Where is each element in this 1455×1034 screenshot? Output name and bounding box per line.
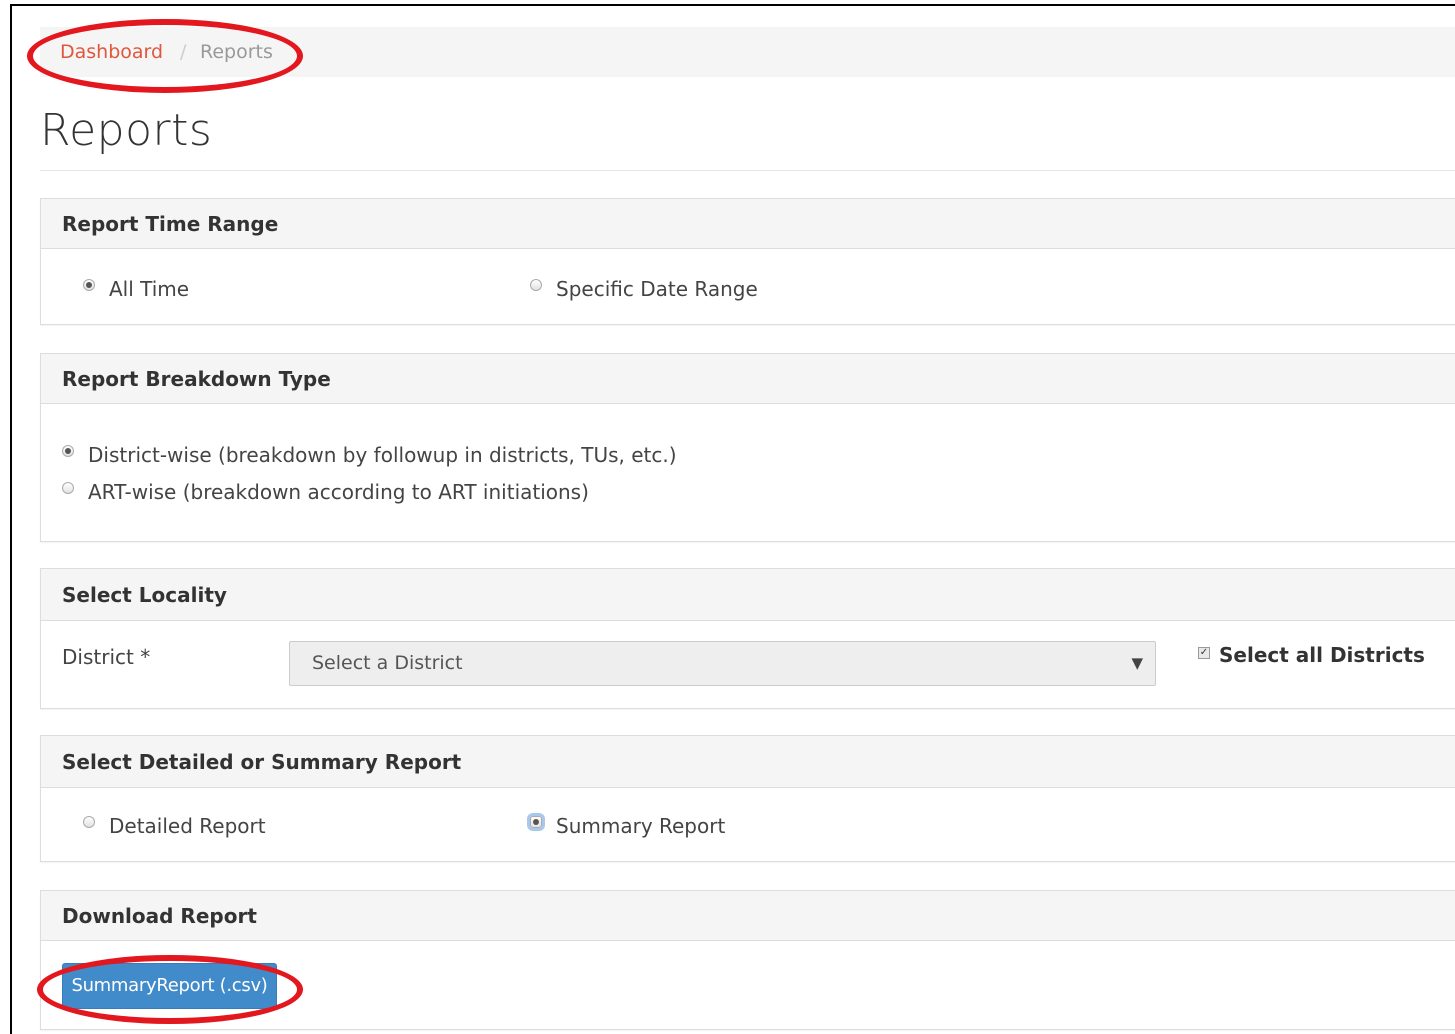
radio-detailed-report-label: Detailed Report [109, 814, 266, 838]
breadcrumb-separator: / [180, 41, 187, 63]
breadcrumb-dashboard-link[interactable]: Dashboard [60, 27, 163, 77]
radio-detailed-report-input[interactable] [83, 816, 95, 828]
radio-summary-report[interactable]: Summary Report [530, 814, 725, 838]
radio-specific-date-range-label: Specific Date Range [556, 277, 758, 301]
title-divider [40, 170, 1455, 171]
chevron-down-icon[interactable]: ▼ [1131, 642, 1143, 685]
radio-district-wise[interactable]: District-wise (breakdown by followup in … [62, 443, 677, 467]
radio-all-time[interactable]: All Time [83, 277, 189, 301]
radio-specific-date-range-input[interactable] [530, 279, 542, 291]
report-type-heading: Select Detailed or Summary Report [41, 736, 1455, 788]
radio-art-wise[interactable]: ART-wise (breakdown according to ART ini… [62, 480, 589, 504]
radio-detailed-report[interactable]: Detailed Report [83, 814, 266, 838]
radio-art-wise-label: ART-wise (breakdown according to ART ini… [88, 480, 589, 504]
time-range-heading: Report Time Range [41, 199, 1455, 249]
radio-specific-date-range[interactable]: Specific Date Range [530, 277, 758, 301]
district-select[interactable]: Select a District ▼ [289, 641, 1156, 686]
select-all-districts-label: Select all Districts [1219, 643, 1425, 667]
district-label: District * [62, 645, 151, 669]
breadcrumb-current: Reports [200, 41, 273, 63]
locality-heading: Select Locality [41, 569, 1455, 621]
radio-summary-report-input[interactable] [530, 816, 542, 828]
download-summary-csv-button[interactable]: SummaryReport (.csv) [62, 963, 277, 1009]
page-title: Reports [40, 105, 213, 156]
district-select-placeholder: Select a District [312, 652, 463, 674]
select-all-districts-checkbox[interactable]: ✓ [1198, 647, 1210, 659]
radio-district-wise-input[interactable] [62, 445, 74, 457]
breakdown-panel: Report Breakdown Type District-wise (bre… [40, 353, 1455, 542]
breakdown-heading: Report Breakdown Type [41, 354, 1455, 404]
radio-all-time-label: All Time [109, 277, 190, 301]
locality-panel: Select Locality District * Select a Dist… [40, 568, 1455, 709]
time-range-panel: Report Time Range All Time Specific Date… [40, 198, 1455, 325]
download-heading: Download Report [41, 891, 1455, 941]
breadcrumb: Dashboard / Reports [40, 27, 1455, 77]
download-panel: Download Report SummaryReport (.csv) [40, 890, 1455, 1030]
select-all-districts[interactable]: ✓ Select all Districts [1198, 643, 1425, 667]
report-type-panel: Select Detailed or Summary Report Detail… [40, 735, 1455, 862]
radio-all-time-input[interactable] [83, 279, 95, 291]
radio-art-wise-input[interactable] [62, 482, 74, 494]
radio-summary-report-label: Summary Report [556, 814, 726, 838]
radio-district-wise-label: District-wise (breakdown by followup in … [88, 443, 677, 467]
